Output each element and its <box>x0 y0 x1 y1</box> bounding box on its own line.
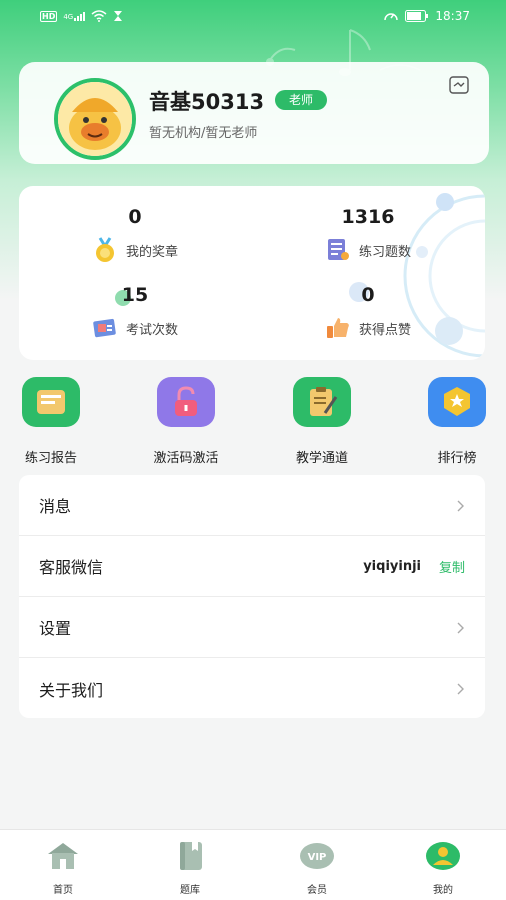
hourglass-icon <box>114 11 123 21</box>
bottom-tab-bar: 首页 题库 VIP 会员 我的 <box>0 829 506 900</box>
copy-button[interactable]: 复制 <box>439 557 465 576</box>
vip-icon: VIP <box>300 843 334 869</box>
report-folder-icon <box>22 377 80 427</box>
battery-icon <box>405 10 429 22</box>
tab-home[interactable]: 首页 <box>23 841 103 896</box>
tab-question-bank[interactable]: 题库 <box>150 841 230 896</box>
menu-item-settings[interactable]: 设置 <box>19 597 485 658</box>
status-bar: HD 4G 18:37 <box>0 0 506 32</box>
stat-label: 考试次数 <box>125 322 178 338</box>
avatar-image <box>58 82 132 156</box>
menu-label: 消息 <box>39 497 72 516</box>
profile-icon <box>426 842 460 870</box>
stat-label: 获得点赞 <box>358 322 411 338</box>
shortcut-label: 教学通道 <box>295 451 348 466</box>
signal-label: 4G <box>63 12 74 21</box>
wechat-id: yiqiyinji <box>363 558 421 574</box>
shortcut-label: 练习报告 <box>24 451 77 466</box>
stat-value: 15 <box>121 284 149 306</box>
medal-icon <box>95 237 114 262</box>
thumbs-up-icon <box>326 318 349 338</box>
menu-label: 设置 <box>39 619 72 638</box>
avatar[interactable] <box>54 78 136 160</box>
clipboard-icon <box>293 377 351 427</box>
exercise-doc-icon <box>327 239 349 260</box>
svg-text:VIP: VIP <box>308 852 327 863</box>
speed-icon <box>384 13 399 21</box>
exam-card-icon <box>93 318 116 338</box>
menu-item-customer-service[interactable]: 客服微信 yiqiyinji 复制 <box>19 536 485 597</box>
book-icon <box>180 842 202 870</box>
stats-card: 0 我的奖章 1316 练习题数 15 考试次数 0 获得点赞 <box>19 186 485 360</box>
tab-label: 题库 <box>180 885 200 896</box>
stat-likes[interactable]: 0 获得点赞 <box>268 284 468 341</box>
menu-item-about[interactable]: 关于我们 <box>19 658 485 719</box>
hd-badge: HD <box>40 10 58 22</box>
username: 音基50313 <box>149 90 265 114</box>
unlock-icon <box>157 377 215 427</box>
tab-label: 首页 <box>53 885 73 896</box>
stat-value: 0 <box>361 284 375 306</box>
shortcut-teaching-channel[interactable]: 教学通道 <box>267 377 377 466</box>
tab-label: 会员 <box>307 885 327 896</box>
tab-label: 我的 <box>433 885 453 896</box>
ranking-badge-icon <box>428 377 486 427</box>
chevron-right-icon <box>457 683 464 695</box>
chevron-right-icon <box>457 500 464 512</box>
shortcut-activation-code[interactable]: 激活码激活 <box>131 377 241 466</box>
role-badge: 老师 <box>275 90 328 110</box>
edit-profile-icon[interactable] <box>449 76 469 94</box>
stat-exams[interactable]: 15 考试次数 <box>35 284 235 341</box>
home-icon <box>48 843 78 869</box>
menu-item-messages[interactable]: 消息 <box>19 475 485 536</box>
stat-exercises[interactable]: 1316 练习题数 <box>268 206 468 263</box>
menu-label: 客服微信 <box>39 558 104 577</box>
stat-medals[interactable]: 0 我的奖章 <box>35 206 235 263</box>
settings-menu: 消息 客服微信 yiqiyinji 复制 设置 关于我们 <box>19 475 485 718</box>
tab-membership[interactable]: VIP 会员 <box>277 841 357 896</box>
chevron-right-icon <box>457 622 464 634</box>
shortcut-ranking[interactable]: 排行榜 <box>402 377 506 466</box>
stat-value: 0 <box>128 206 142 228</box>
tab-mine[interactable]: 我的 <box>403 841 483 896</box>
profile-card[interactable]: 音基50313 老师 暂无机构/暂无老师 <box>19 62 489 164</box>
shortcut-practice-report[interactable]: 练习报告 <box>0 377 106 466</box>
status-time: 18:37 <box>435 9 470 23</box>
shortcut-label: 激活码激活 <box>153 451 219 466</box>
stat-label: 练习题数 <box>358 244 411 260</box>
wifi-icon <box>91 10 107 22</box>
stat-value: 1316 <box>341 206 395 228</box>
shortcut-label: 排行榜 <box>437 451 477 466</box>
menu-label: 关于我们 <box>39 680 104 700</box>
stat-label: 我的奖章 <box>125 244 178 260</box>
signal-icon: 4G <box>63 11 86 21</box>
organization-text: 暂无机构/暂无老师 <box>149 126 258 141</box>
